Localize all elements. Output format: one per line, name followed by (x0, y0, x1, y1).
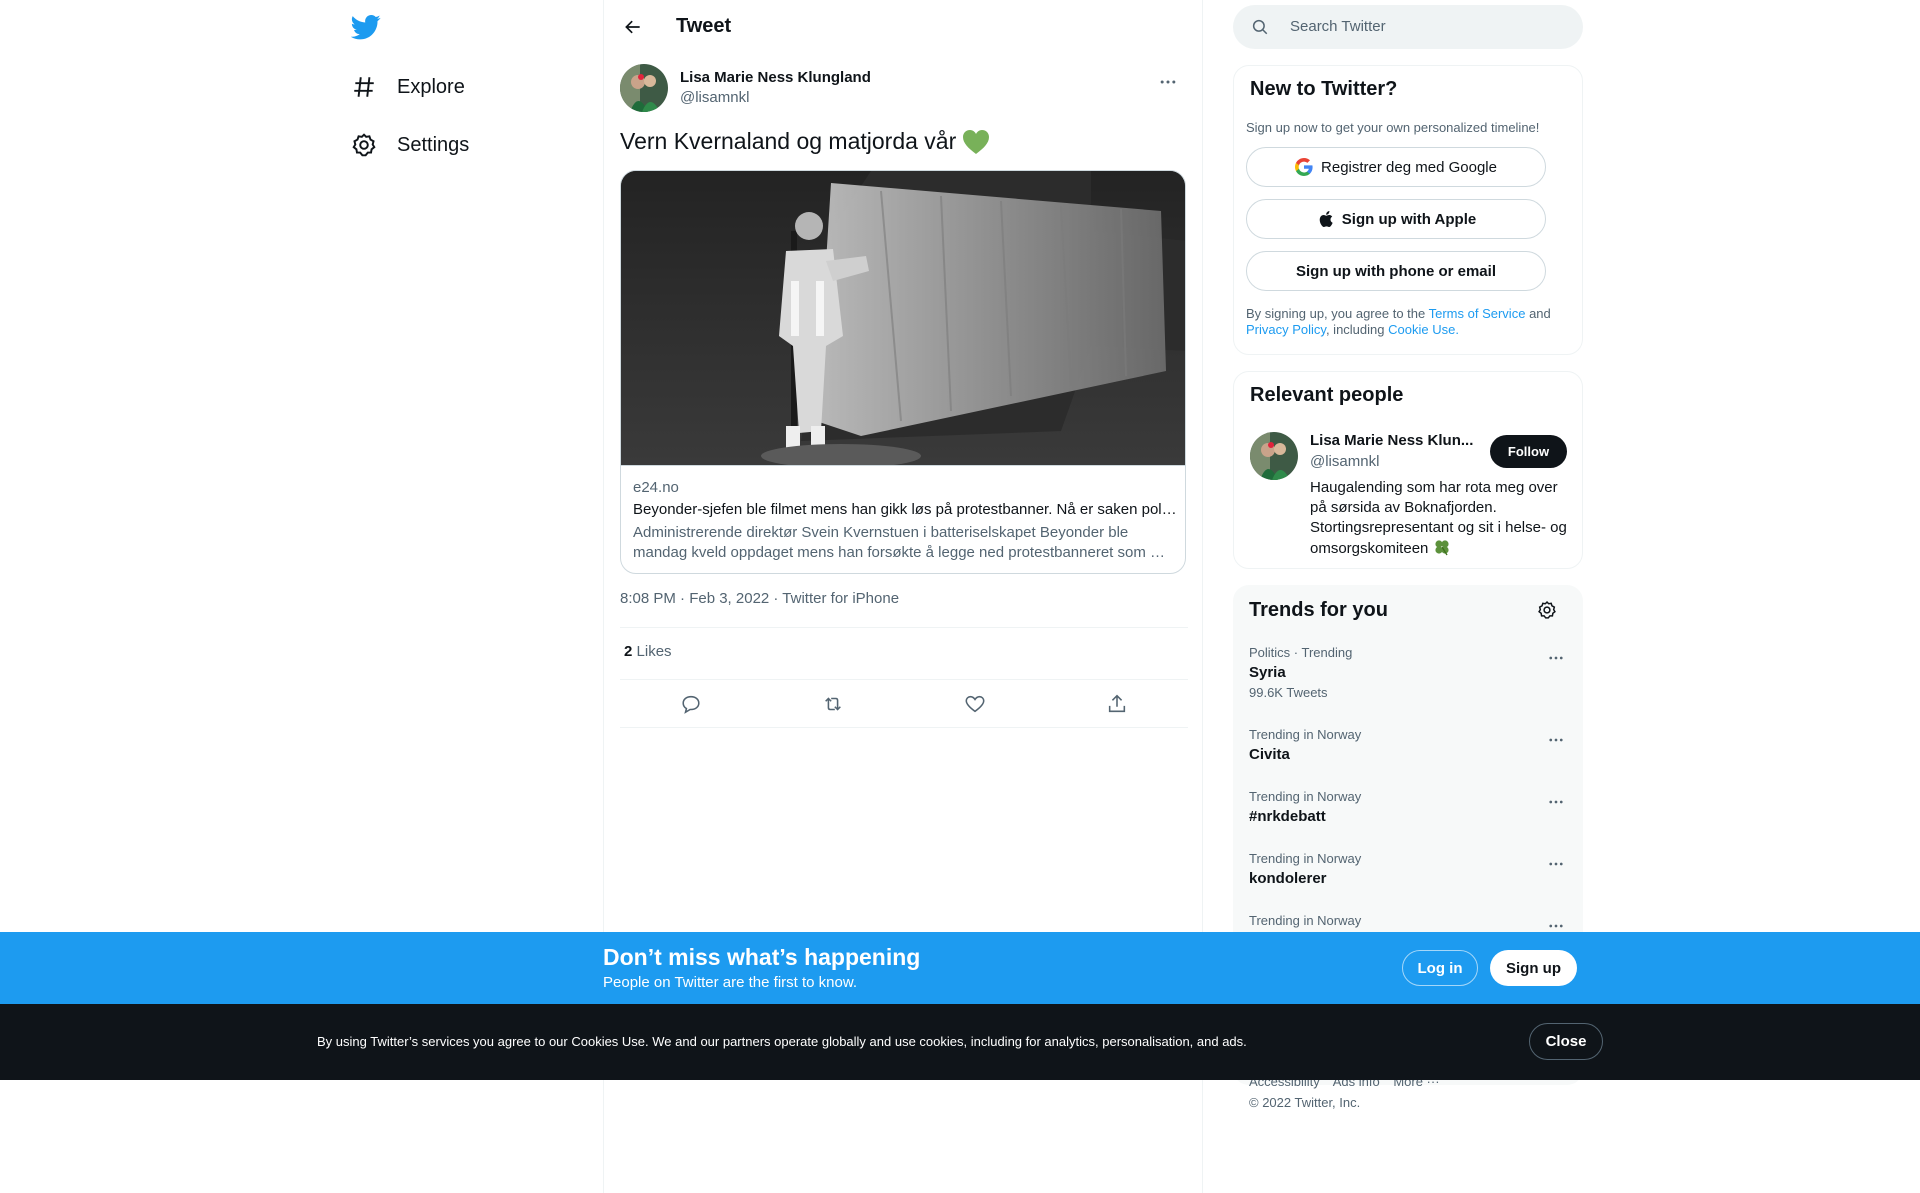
apple-signup-label: Sign up with Apple (1341, 210, 1477, 228)
hashtag-icon (351, 74, 377, 100)
tweet-text: Vern Kvernaland og matjorda vår (620, 128, 990, 155)
login-banner: Don’t miss what’s happening People on Tw… (0, 932, 1920, 1004)
banner-subtitle: People on Twitter are the first to know. (603, 974, 858, 991)
back-arrow-icon[interactable] (620, 14, 646, 40)
divider (620, 727, 1188, 728)
trend-context: Trending in Norway (1249, 851, 1362, 866)
trend-context: Trending in Norway (1249, 913, 1362, 928)
trend-item[interactable]: Trending in Norway (1249, 913, 1567, 928)
card-domain: e24.no (633, 479, 679, 496)
likes-label: Likes (636, 643, 672, 660)
trend-item[interactable]: Trending in Norway #nrkdebatt (1249, 789, 1567, 825)
copyright: © 2022 Twitter, Inc. (1249, 1095, 1361, 1110)
terms-link[interactable]: Terms of Service (1429, 306, 1526, 321)
gear-icon (351, 132, 377, 158)
signup-button[interactable]: Sign up (1490, 950, 1577, 986)
avatar[interactable] (620, 64, 668, 112)
legal-including: , including (1325, 322, 1385, 337)
legal-prefix: By signing up, you agree to the (1246, 306, 1426, 321)
google-icon (1295, 158, 1313, 176)
trend-item[interactable]: Trending in Norway Civita (1249, 727, 1567, 763)
login-button[interactable]: Log in (1402, 950, 1478, 986)
trends-settings-gear-icon[interactable] (1537, 600, 1559, 622)
tweet-actions (620, 688, 1188, 720)
search-icon (1251, 18, 1269, 36)
tweet-text-content: Vern Kvernaland og matjorda vår (620, 128, 957, 154)
cookie-link[interactable]: Cookie Use. (1388, 322, 1459, 337)
divider (620, 679, 1188, 680)
banner-title: Don’t miss what’s happening (603, 944, 921, 970)
trend-context: Politics · Trending (1249, 645, 1353, 660)
trend-item[interactable]: Trending in Norway kondolerer (1249, 851, 1567, 887)
signup-subtitle: Sign up now to get your own personalized… (1246, 120, 1540, 135)
trend-context: Trending in Norway (1249, 727, 1362, 742)
signup-title: New to Twitter? (1250, 78, 1398, 100)
green-heart-icon (962, 129, 990, 155)
nav-settings[interactable]: Settings (351, 125, 469, 165)
trend-context: Trending in Norway (1249, 789, 1362, 804)
twitter-logo-icon[interactable] (350, 12, 381, 42)
trend-name: kondolerer (1249, 870, 1327, 887)
privacy-link[interactable]: Privacy Policy (1246, 322, 1326, 337)
more-options-icon[interactable] (1545, 647, 1567, 669)
apple-icon (1316, 210, 1334, 228)
likes-number: 2 (624, 643, 633, 660)
trend-item[interactable]: Politics · Trending Syria 99.6K Tweets (1249, 645, 1567, 700)
tweet-timestamp[interactable]: 8:08 PM · Feb 3, 2022 · Twitter for iPho… (620, 590, 899, 607)
nav-explore-label: Explore (397, 75, 465, 98)
retweet-icon[interactable] (816, 687, 850, 721)
four-leaf-clover-icon (1433, 538, 1451, 562)
card-description: Administrerende direktør Svein Kvernstue… (633, 524, 1165, 561)
cookie-banner: By using Twitter’s services you agree to… (0, 1004, 1920, 1080)
cookie-text: By using Twitter’s services you agree to… (317, 1034, 1247, 1049)
avatar[interactable] (1250, 432, 1298, 480)
search-bar[interactable]: Search Twitter (1233, 5, 1583, 49)
card-title: Beyonder-sjefen ble filmet mens han gikk… (633, 501, 1178, 518)
likes-count[interactable]: 2 Likes (624, 643, 672, 660)
follow-button[interactable]: Follow (1490, 435, 1567, 468)
nav-settings-label: Settings (397, 133, 470, 156)
phone-email-signup-button[interactable]: Sign up with phone or email (1246, 251, 1546, 291)
nav-explore[interactable]: Explore (351, 67, 465, 107)
author-handle[interactable]: @lisamnkl (680, 89, 749, 106)
trend-count: 99.6K Tweets (1249, 685, 1328, 700)
more-options-icon[interactable] (1545, 791, 1567, 813)
google-signup-button[interactable]: Registrer deg med Google (1246, 147, 1546, 187)
divider (620, 627, 1188, 628)
share-icon[interactable] (1100, 687, 1134, 721)
more-options-icon[interactable] (1156, 70, 1180, 94)
relevant-person-handle[interactable]: @lisamnkl (1310, 453, 1379, 470)
trend-name: #nrkdebatt (1249, 808, 1326, 825)
more-options-icon[interactable] (1545, 729, 1567, 751)
card-image (621, 171, 1185, 466)
trends-title: Trends for you (1249, 599, 1388, 621)
phone-email-signup-label: Sign up with phone or email (1295, 262, 1496, 280)
link-card[interactable]: e24.no Beyonder-sjefen ble filmet mens h… (620, 170, 1186, 574)
relevant-title: Relevant people (1250, 384, 1404, 406)
signup-legal: By signing up, you agree to the Terms of… (1246, 306, 1566, 338)
author-name[interactable]: Lisa Marie Ness Klungland (680, 69, 871, 86)
relevant-person-bio: Haugalending som har rota meg over på sø… (1310, 478, 1572, 562)
signup-panel: New to Twitter? Sign up now to get your … (1233, 65, 1583, 355)
trend-name: Civita (1249, 746, 1290, 763)
more-options-icon[interactable] (1545, 853, 1567, 875)
like-icon[interactable] (958, 687, 992, 721)
close-button[interactable]: Close (1529, 1023, 1603, 1060)
page-title: Tweet (676, 15, 732, 37)
search-input[interactable]: Search Twitter (1290, 18, 1386, 35)
tweet-author: Lisa Marie Ness Klungland @lisamnkl (620, 64, 1188, 114)
legal-and: and (1529, 306, 1551, 321)
tweet-header: Tweet (604, 0, 1204, 53)
trend-name: Syria (1249, 664, 1286, 681)
apple-signup-button[interactable]: Sign up with Apple (1246, 199, 1546, 239)
reply-icon[interactable] (674, 687, 708, 721)
relevant-person-name[interactable]: Lisa Marie Ness Klun... (1310, 432, 1480, 449)
google-signup-label: Registrer deg med Google (1321, 158, 1497, 176)
relevant-people-panel: Relevant people Lisa Marie Ness Klun... … (1233, 371, 1583, 569)
